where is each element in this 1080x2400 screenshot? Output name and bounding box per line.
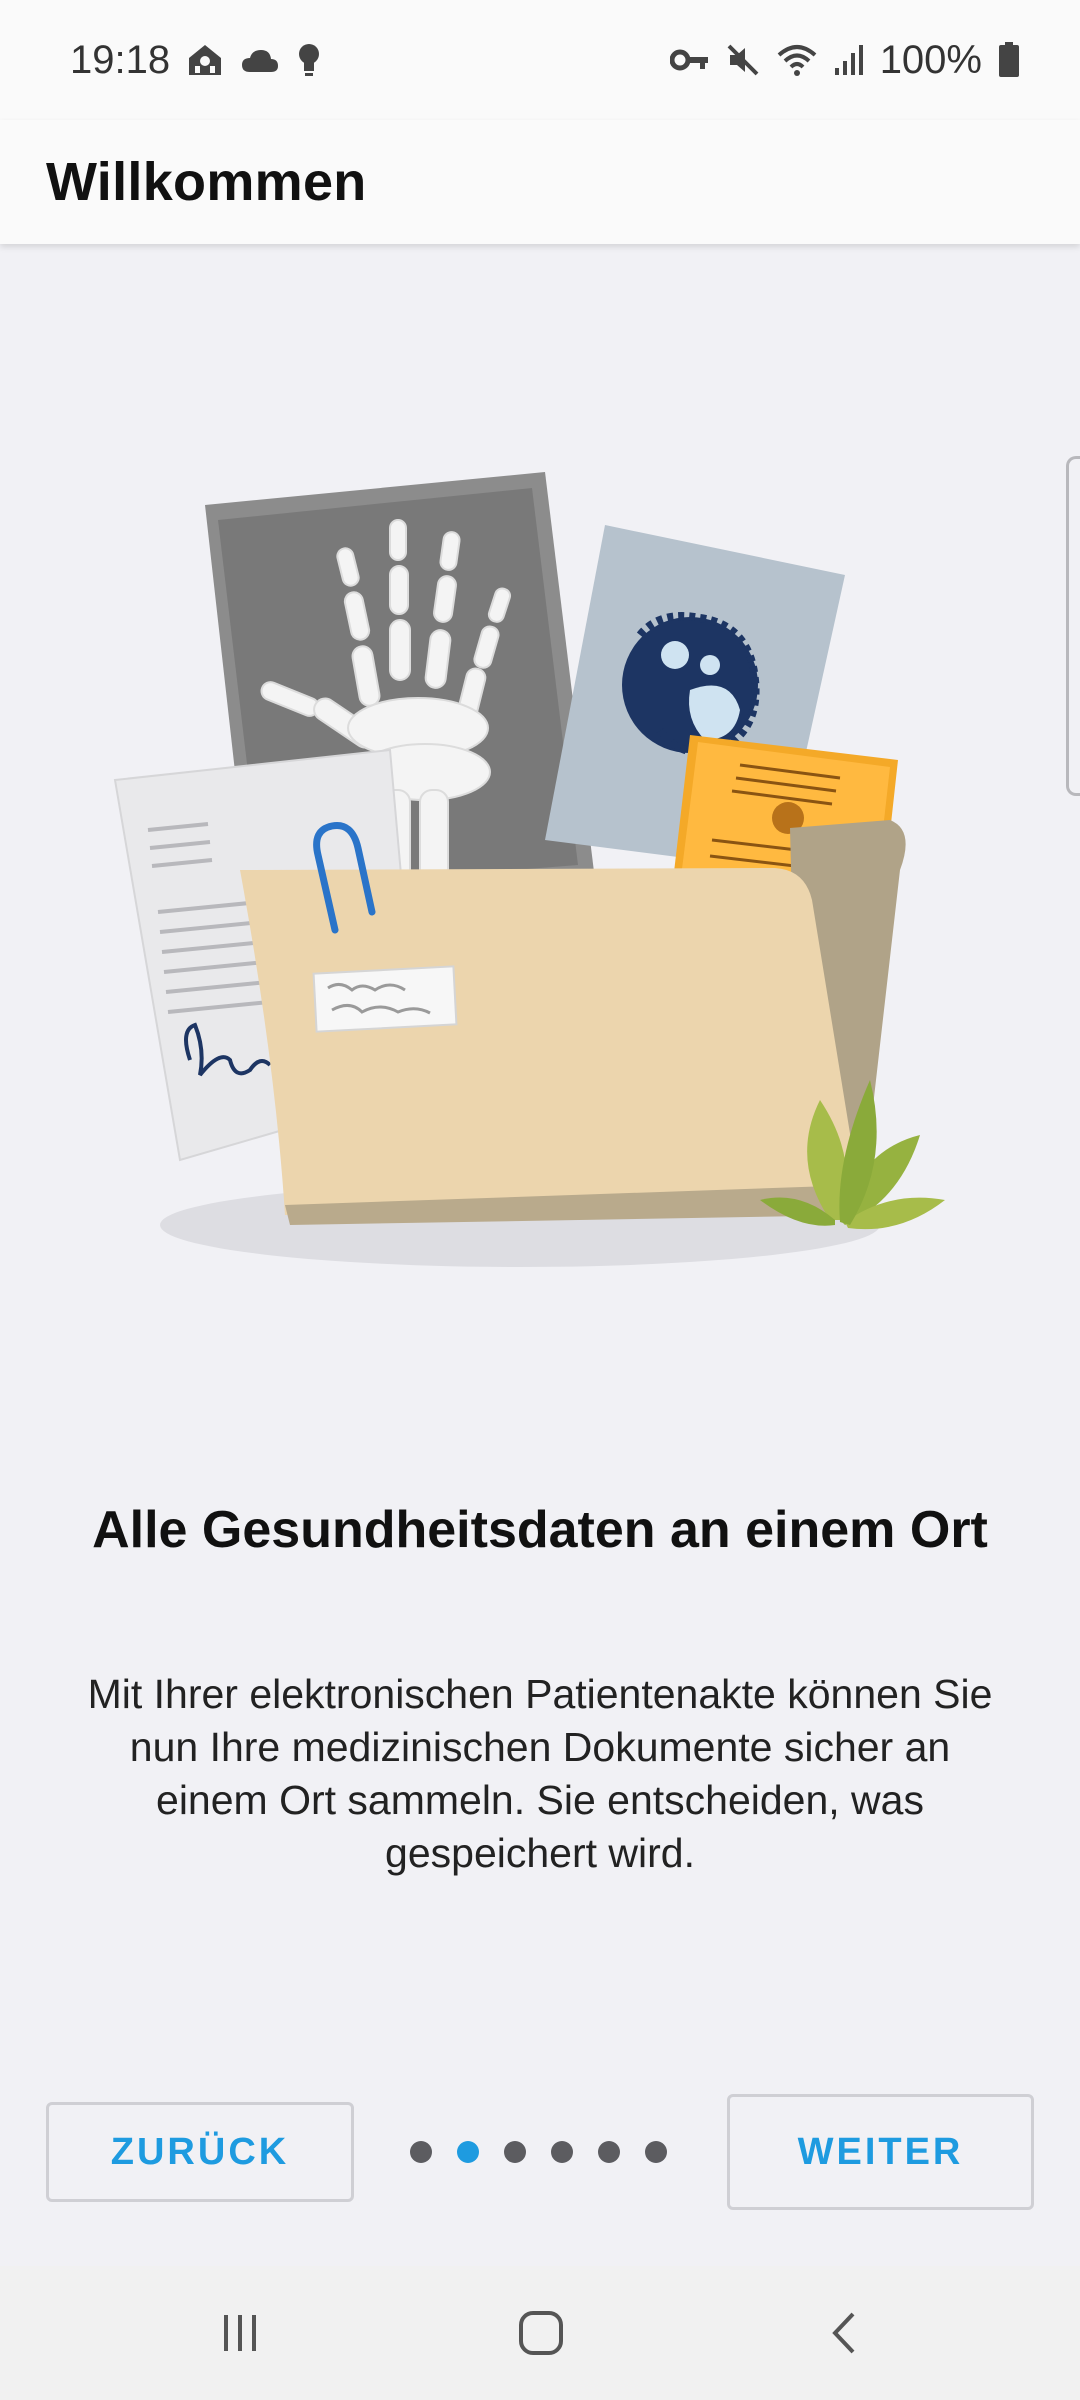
- status-time: 19:18: [70, 37, 171, 82]
- page-dot: [551, 2141, 573, 2163]
- home-network-icon: [186, 42, 224, 78]
- status-bar: 19:18 100%: [0, 0, 1080, 120]
- page-dot: [645, 2141, 667, 2163]
- home-button[interactable]: [441, 2266, 641, 2400]
- lightbulb-icon: [296, 42, 322, 78]
- page-dot: [598, 2141, 620, 2163]
- cloud-icon: [240, 46, 280, 74]
- back-nav-button[interactable]: [745, 2266, 945, 2400]
- onboarding-headline: Alle Gesundheitsdaten an einem Ort: [92, 1501, 988, 1559]
- back-icon: [832, 2312, 855, 2354]
- vpn-key-icon: [669, 47, 710, 73]
- page-indicator: [410, 2141, 670, 2165]
- next-button[interactable]: WEITER: [727, 2094, 1034, 2210]
- recent-apps-button[interactable]: [140, 2266, 340, 2400]
- page-dot: [410, 2141, 432, 2163]
- page-dot-active: [457, 2141, 479, 2163]
- page-title: Willkommen: [46, 152, 367, 212]
- onboarding-description: Mit Ihrer elektronischen Patientenakte k…: [87, 1671, 993, 1876]
- back-button[interactable]: ZURÜCK: [46, 2102, 354, 2202]
- mute-icon: [726, 43, 760, 77]
- battery-percent: 100%: [879, 37, 982, 82]
- recent-apps-icon: [224, 2315, 256, 2351]
- medical-documents-folder-illustration: [113, 472, 945, 1267]
- wifi-icon: [776, 43, 818, 77]
- status-right: 100%: [669, 37, 1020, 83]
- app-bar: Willkommen: [0, 120, 1080, 244]
- edge-panel-handle[interactable]: [1066, 456, 1080, 796]
- signal-icon: [834, 44, 864, 76]
- page-dot: [504, 2141, 526, 2163]
- battery-icon: [998, 42, 1020, 78]
- home-icon: [519, 2311, 563, 2355]
- status-left: 19:18: [70, 38, 322, 83]
- system-nav-bar: [0, 2266, 1080, 2400]
